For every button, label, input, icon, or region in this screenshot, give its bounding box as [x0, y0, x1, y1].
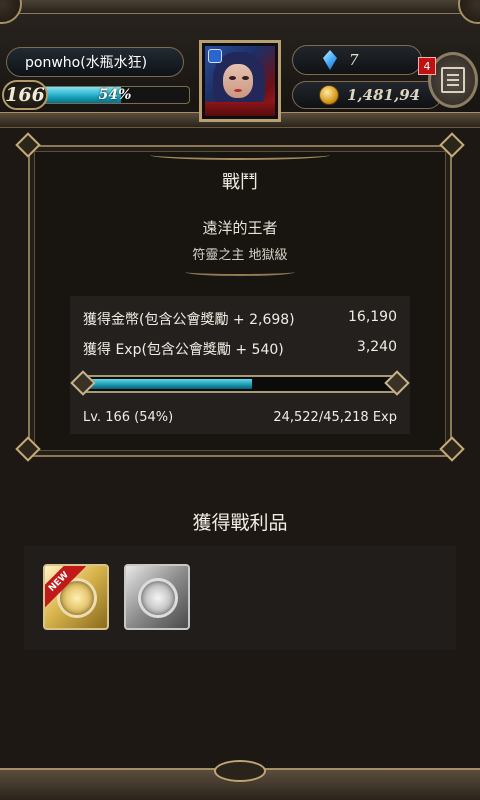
notification-badge: 4 — [418, 57, 436, 75]
portrait-image — [205, 46, 275, 116]
stage-name: 遠洋的王者 — [202, 219, 278, 237]
loot-title: 獲得戰利品 — [192, 512, 288, 534]
gold-reward-row: 獲得金幣(包含公會獎勵 + 2,698) 16,190 — [83, 309, 397, 329]
exp-reward-value: 3,240 — [356, 339, 397, 355]
hud-exp-bar: 54% — [40, 86, 190, 104]
gold-amount: 1,481,94 — [347, 86, 421, 104]
level-badge: 166 — [2, 80, 48, 110]
corner-ornament-right — [458, 0, 480, 24]
coin-icon — [319, 85, 339, 105]
corner-ornament-left — [0, 0, 22, 24]
exp-track — [82, 375, 398, 393]
stage-difficulty: 符靈之主 地獄級 — [192, 248, 288, 263]
element-badge-icon — [208, 49, 222, 63]
bottom-ornament — [214, 760, 266, 782]
hud-exp-percent: 54% — [98, 87, 132, 103]
stage-ornament — [185, 268, 295, 276]
top-hud: ponwho(水瓶水狂) 166 54% 7 1,481,94 4 — [0, 0, 480, 128]
exp-fill — [86, 379, 252, 389]
silver-plate-icon — [138, 578, 178, 618]
level-progress-row: Lv. 166 (54%) 24,522/45,218 Exp — [83, 410, 397, 425]
title-ornament — [150, 150, 330, 160]
gem-count: 7 — [349, 51, 359, 69]
player-name: ponwho(水瓶水狂) — [25, 55, 148, 71]
exp-progress-text: 24,522/45,218 Exp — [273, 410, 397, 425]
level-text: Lv. 166 (54%) — [83, 410, 174, 425]
player-portrait[interactable] — [199, 40, 281, 122]
panel-title: 戰鬥 — [222, 172, 258, 193]
menu-book-icon — [441, 67, 465, 93]
gem-icon — [323, 50, 337, 70]
player-name-plate[interactable]: ponwho(水瓶水狂) — [6, 47, 184, 77]
hud-top-frame — [0, 0, 480, 14]
exp-reward-row: 獲得 Exp(包含公會獎勵 + 540) 3,240 — [83, 339, 397, 359]
player-level: 166 — [5, 84, 45, 106]
gold-counter[interactable]: 1,481,94 — [292, 81, 442, 109]
exp-progress-bar — [70, 370, 410, 396]
gold-reward-label: 獲得金幣(包含公會獎勵 + 2,698) — [83, 312, 295, 328]
gold-reward-value: 16,190 — [348, 309, 397, 325]
gem-counter[interactable]: 7 — [292, 45, 422, 75]
loot-item-silver-plate[interactable] — [124, 564, 190, 630]
exp-reward-label: 獲得 Exp(包含公會獎勵 + 540) — [83, 342, 284, 358]
loot-item-gold-plate[interactable]: NEW — [43, 564, 109, 630]
